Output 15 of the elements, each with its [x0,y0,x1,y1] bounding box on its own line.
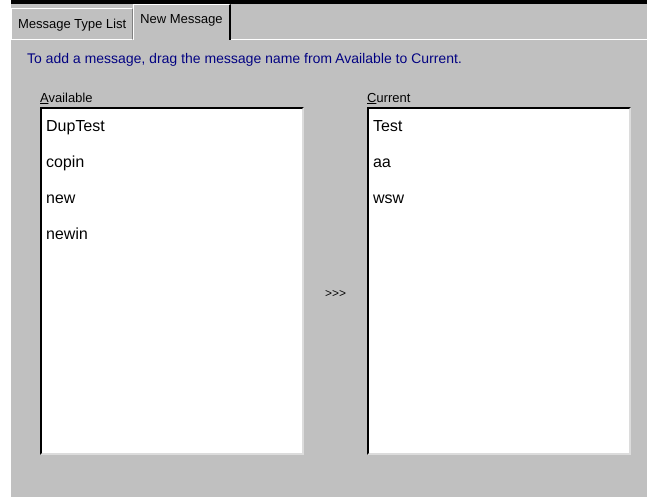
list-item[interactable]: wsw [369,185,629,221]
tab[interactable]: Message Type List [11,8,134,40]
list-label: Available [40,90,94,105]
list-item[interactable]: aa [369,149,629,185]
list-item[interactable]: copin [42,149,302,185]
instruction-text: To add a message, drag the message name from Available to Current. [27,50,463,66]
list-item[interactable]: Test [369,113,629,149]
available-list[interactable]: DupTest copin new newin [40,107,304,455]
list-label: Current [367,90,412,105]
list-item[interactable]: new [42,185,302,221]
current-list[interactable]: Test aa wsw [367,107,631,455]
tab[interactable]: New Message [133,4,231,40]
move-button[interactable]: >>> [324,286,346,300]
list-item[interactable]: DupTest [42,113,302,149]
list-item[interactable]: newin [42,221,302,257]
